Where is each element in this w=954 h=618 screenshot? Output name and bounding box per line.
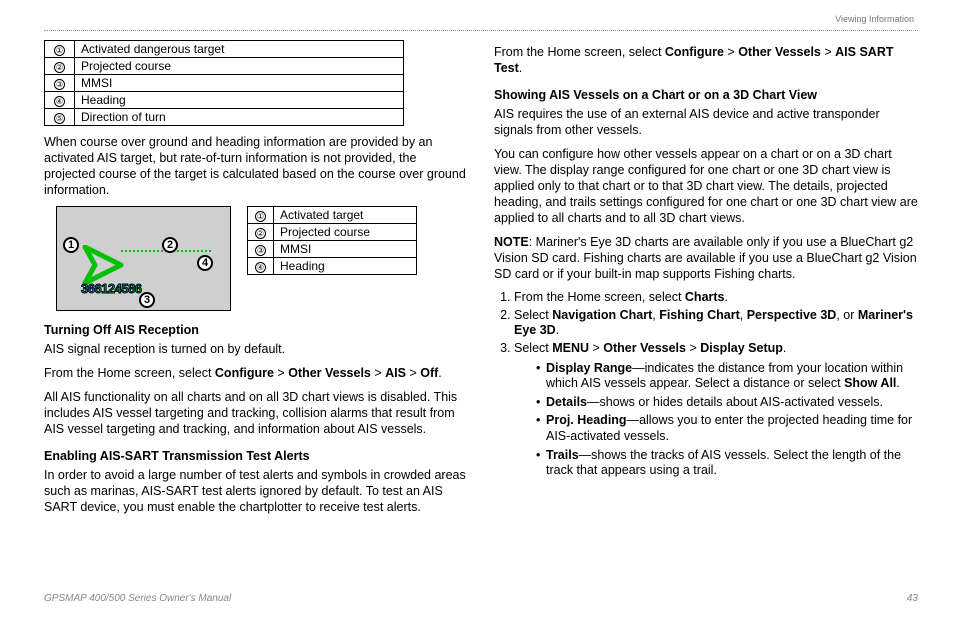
numbered-steps: From the Home screen, select Charts. Sel…: [514, 290, 918, 479]
legend-label: MMSI: [75, 75, 404, 92]
note-paragraph: NOTE: Mariner's Eye 3D charts are availa…: [494, 234, 918, 282]
legend-table-2: ① Activated target ② Projected course ③ MMS…: [247, 206, 417, 275]
menu-path-item: Other Vessels: [288, 366, 371, 380]
bullet-list: Display Range—indicates the distance fro…: [536, 361, 918, 479]
menu-path-item: Charts: [685, 290, 725, 304]
note-label: NOTE: [494, 235, 529, 249]
step-item: Select MENU > Other Vessels > Display Se…: [514, 341, 918, 479]
circled-number-icon: ①: [255, 211, 266, 222]
option-name: Trails: [546, 448, 579, 462]
figure-row: 366124586 1 2 4 3 ① Activated target ② Pro…: [56, 206, 468, 311]
menu-path-item: Off: [420, 366, 438, 380]
table-row: ② Projected course: [248, 224, 417, 241]
circled-number-icon: ②: [54, 62, 65, 73]
body-paragraph: All AIS functionality on all charts and …: [44, 389, 468, 437]
body-paragraph: AIS requires the use of an external AIS …: [494, 106, 918, 138]
mmsi-label: 366124586: [81, 281, 142, 296]
table-row: ③ MMSI: [248, 241, 417, 258]
legend-label: Projected course: [75, 58, 404, 75]
step-item: From the Home screen, select Charts.: [514, 290, 918, 306]
table-row: ④ Heading: [248, 258, 417, 275]
table-row: ② Projected course: [45, 58, 404, 75]
body-paragraph: You can configure how other vessels appe…: [494, 146, 918, 226]
callout-4: 4: [197, 255, 213, 271]
legend-label: Projected course: [274, 224, 417, 241]
menu-path-item: Other Vessels: [603, 341, 686, 355]
legend-label: Activated dangerous target: [75, 41, 404, 58]
bullet-item: Display Range—indicates the distance fro…: [536, 361, 918, 392]
legend-label: Activated target: [274, 207, 417, 224]
circled-number-icon: ⑤: [54, 113, 65, 124]
menu-path-item: Other Vessels: [738, 45, 821, 59]
option-name: Display Range: [546, 361, 632, 375]
body-paragraph: In order to avoid a large number of test…: [44, 467, 468, 515]
option-name: Details: [546, 395, 587, 409]
bullet-item: Proj. Heading—allows you to enter the pr…: [536, 413, 918, 444]
subheading: Turning Off AIS Reception: [44, 323, 468, 337]
left-column: ① Activated dangerous target ② Projected c…: [44, 40, 468, 523]
legend-label: Heading: [75, 92, 404, 109]
table-row: ④ Heading: [45, 92, 404, 109]
menu-path-item: Configure: [215, 366, 274, 380]
menu-path-item: Perspective 3D: [747, 308, 837, 322]
callout-3: 3: [139, 292, 155, 308]
manual-page: Viewing Information ① Activated dangerous…: [0, 0, 954, 618]
page-number: 43: [907, 593, 918, 604]
callout-1: 1: [63, 237, 79, 253]
page-footer: GPSMAP 400/500 Series Owner's Manual 43: [44, 593, 918, 604]
menu-path-item: MENU: [552, 341, 589, 355]
legend-label: MMSI: [274, 241, 417, 258]
circled-number-icon: ③: [255, 245, 266, 256]
menu-path-item: Display Setup: [700, 341, 783, 355]
header-breadcrumb: Viewing Information: [835, 14, 914, 24]
table-row: ① Activated target: [248, 207, 417, 224]
body-paragraph: When course over ground and heading info…: [44, 134, 468, 198]
menu-path-item: Fishing Chart: [659, 308, 740, 322]
circled-number-icon: ①: [54, 45, 65, 56]
menu-path-item: Navigation Chart: [552, 308, 652, 322]
option-name: Show All: [844, 376, 896, 390]
legend-table-1: ① Activated dangerous target ② Projected c…: [44, 40, 404, 126]
legend-label: Heading: [274, 258, 417, 275]
instruction-line: From the Home screen, select Configure >…: [44, 365, 468, 381]
header-divider: [44, 30, 918, 31]
bullet-item: Trails—shows the tracks of AIS vessels. …: [536, 448, 918, 479]
legend-label: Direction of turn: [75, 109, 404, 126]
table-row: ③ MMSI: [45, 75, 404, 92]
bullet-item: Details—shows or hides details about AIS…: [536, 395, 918, 411]
callout-2: 2: [162, 237, 178, 253]
table-row: ① Activated dangerous target: [45, 41, 404, 58]
right-column: From the Home screen, select Configure >…: [494, 40, 918, 523]
two-column-layout: ① Activated dangerous target ② Projected c…: [44, 40, 918, 523]
option-name: Proj. Heading: [546, 413, 627, 427]
circled-number-icon: ④: [255, 262, 266, 273]
subheading: Enabling AIS-SART Transmission Test Aler…: [44, 449, 468, 463]
menu-path-item: AIS: [385, 366, 406, 380]
step-item: Select Navigation Chart, Fishing Chart, …: [514, 308, 918, 339]
table-row: ⑤ Direction of turn: [45, 109, 404, 126]
circled-number-icon: ③: [54, 79, 65, 90]
ais-target-figure: 366124586 1 2 4 3: [56, 206, 231, 311]
subheading: Showing AIS Vessels on a Chart or on a 3…: [494, 88, 918, 102]
manual-title: GPSMAP 400/500 Series Owner's Manual: [44, 593, 231, 604]
instruction-line: From the Home screen, select Configure >…: [494, 44, 918, 76]
circled-number-icon: ②: [255, 228, 266, 239]
circled-number-icon: ④: [54, 96, 65, 107]
body-paragraph: AIS signal reception is turned on by def…: [44, 341, 468, 357]
menu-path-item: Configure: [665, 45, 724, 59]
